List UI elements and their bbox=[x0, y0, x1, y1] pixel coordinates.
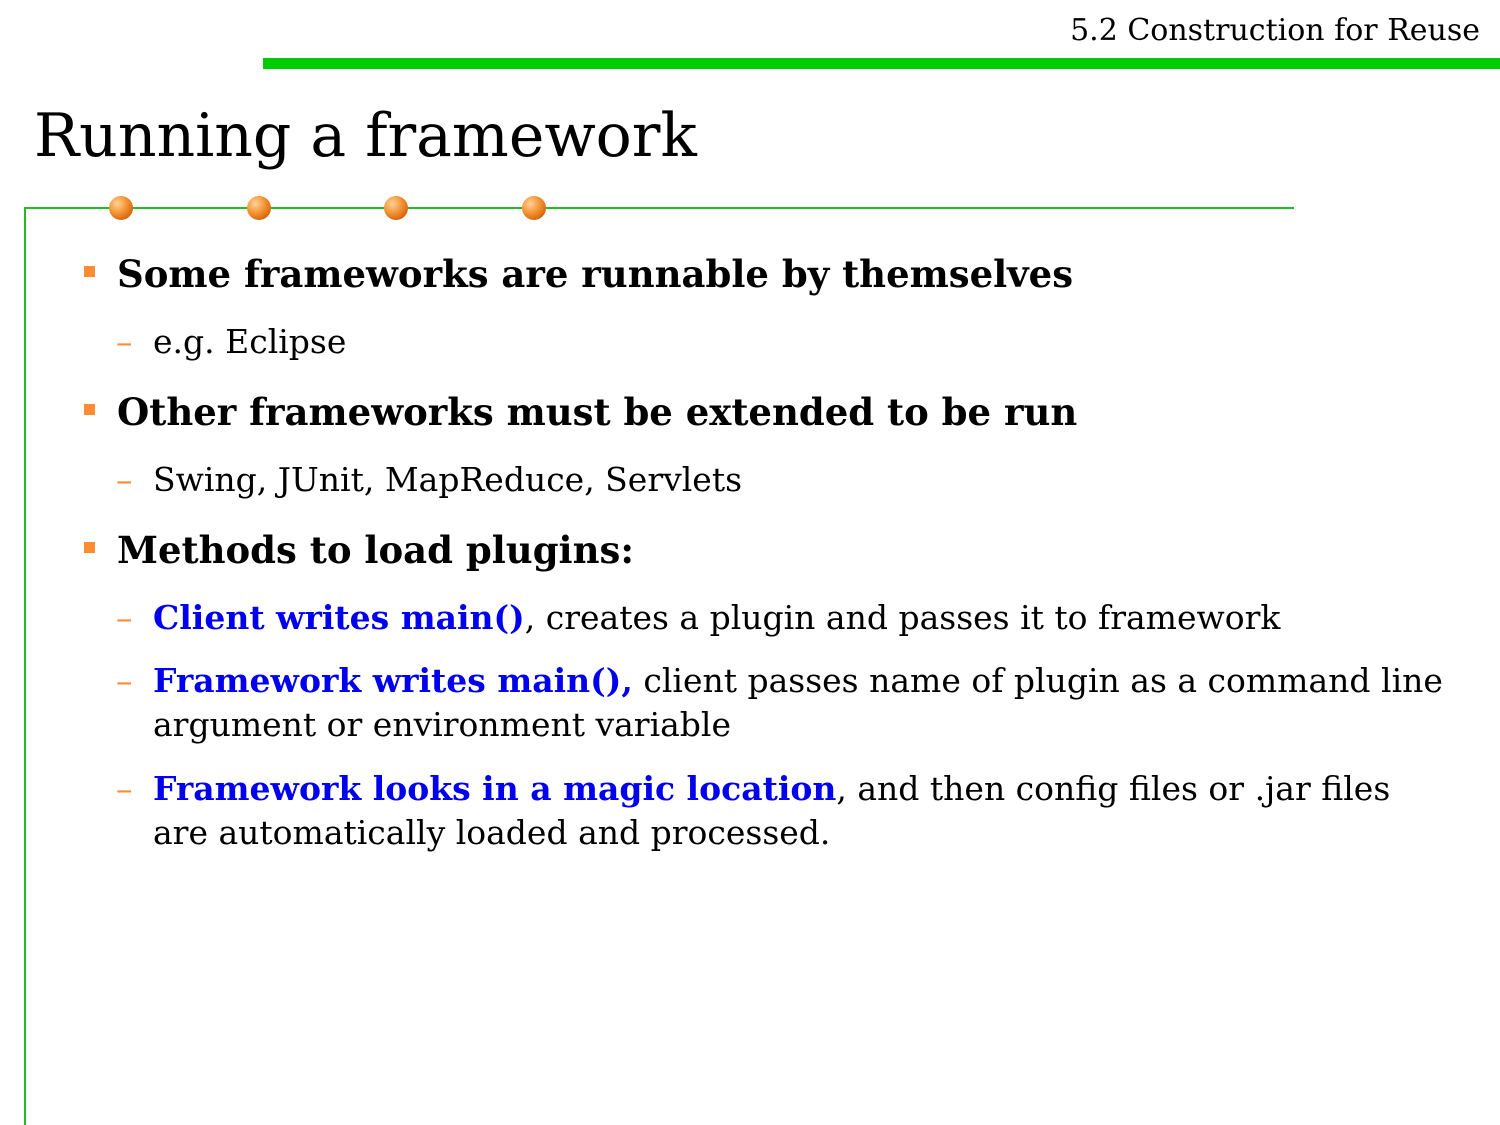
slide: 5.2 Construction for Reuse Running a fra… bbox=[0, 0, 1500, 1125]
sub-bullet-text: Swing, JUnit, MapReduce, Servlets bbox=[153, 460, 743, 499]
dash-bullet-icon: – bbox=[116, 661, 133, 700]
highlight-text: Client writes main() bbox=[153, 598, 525, 637]
bullet-text: Some frameworks are runnable by themselv… bbox=[117, 252, 1074, 296]
highlight-text: Framework writes main(), bbox=[153, 661, 633, 700]
highlight-text: Framework looks in a magic location bbox=[153, 769, 837, 808]
square-bullet-icon bbox=[84, 542, 95, 553]
slide-body: Some frameworks are runnable by themselv… bbox=[0, 0, 1500, 1125]
sub-bullet-rest: , creates a plugin and passes it to fram… bbox=[524, 598, 1281, 637]
dash-bullet-icon: – bbox=[116, 460, 133, 499]
bullet-text: Methods to load plugins: bbox=[117, 528, 635, 572]
sub-bullet-text: Framework looks in a magic location, and… bbox=[153, 767, 1453, 855]
dash-bullet-icon: – bbox=[116, 322, 133, 361]
sub-bullet-text: Framework writes main(), client passes n… bbox=[153, 659, 1453, 747]
sub-bullet-text: e.g. Eclipse bbox=[153, 322, 347, 361]
sub-bullet-text: Client writes main(), creates a plugin a… bbox=[153, 596, 1453, 640]
dash-bullet-icon: – bbox=[116, 769, 133, 808]
bullet-text: Other frameworks must be extended to be … bbox=[117, 390, 1078, 434]
square-bullet-icon bbox=[84, 404, 95, 415]
dash-bullet-icon: – bbox=[116, 598, 133, 637]
square-bullet-icon bbox=[84, 266, 95, 277]
